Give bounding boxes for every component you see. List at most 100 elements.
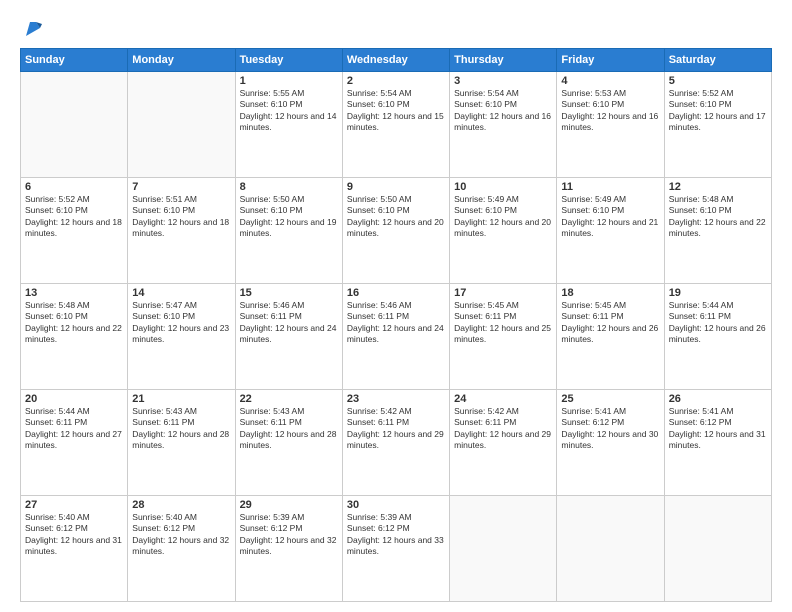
calendar-cell: 5Sunrise: 5:52 AM Sunset: 6:10 PM Daylig… xyxy=(664,72,771,178)
day-number: 14 xyxy=(132,287,230,299)
day-detail: Sunrise: 5:50 AM Sunset: 6:10 PM Dayligh… xyxy=(347,194,445,240)
calendar-cell: 23Sunrise: 5:42 AM Sunset: 6:11 PM Dayli… xyxy=(342,390,449,496)
calendar-cell: 8Sunrise: 5:50 AM Sunset: 6:10 PM Daylig… xyxy=(235,178,342,284)
col-saturday: Saturday xyxy=(664,49,771,72)
col-thursday: Thursday xyxy=(450,49,557,72)
calendar-cell xyxy=(557,496,664,602)
day-detail: Sunrise: 5:41 AM Sunset: 6:12 PM Dayligh… xyxy=(561,406,659,452)
day-number: 4 xyxy=(561,75,659,87)
day-number: 18 xyxy=(561,287,659,299)
day-detail: Sunrise: 5:54 AM Sunset: 6:10 PM Dayligh… xyxy=(454,88,552,134)
day-number: 30 xyxy=(347,499,445,511)
day-detail: Sunrise: 5:39 AM Sunset: 6:12 PM Dayligh… xyxy=(240,512,338,558)
day-number: 23 xyxy=(347,393,445,405)
calendar-cell: 19Sunrise: 5:44 AM Sunset: 6:11 PM Dayli… xyxy=(664,284,771,390)
day-detail: Sunrise: 5:41 AM Sunset: 6:12 PM Dayligh… xyxy=(669,406,767,452)
day-detail: Sunrise: 5:49 AM Sunset: 6:10 PM Dayligh… xyxy=(561,194,659,240)
calendar-week-1: 1Sunrise: 5:55 AM Sunset: 6:10 PM Daylig… xyxy=(21,72,772,178)
calendar-week-2: 6Sunrise: 5:52 AM Sunset: 6:10 PM Daylig… xyxy=(21,178,772,284)
calendar-table: Sunday Monday Tuesday Wednesday Thursday… xyxy=(20,48,772,602)
calendar-cell xyxy=(450,496,557,602)
calendar-cell: 27Sunrise: 5:40 AM Sunset: 6:12 PM Dayli… xyxy=(21,496,128,602)
calendar-cell: 14Sunrise: 5:47 AM Sunset: 6:10 PM Dayli… xyxy=(128,284,235,390)
day-number: 24 xyxy=(454,393,552,405)
day-number: 26 xyxy=(669,393,767,405)
day-detail: Sunrise: 5:43 AM Sunset: 6:11 PM Dayligh… xyxy=(132,406,230,452)
calendar-cell xyxy=(21,72,128,178)
day-detail: Sunrise: 5:52 AM Sunset: 6:10 PM Dayligh… xyxy=(25,194,123,240)
calendar-cell: 29Sunrise: 5:39 AM Sunset: 6:12 PM Dayli… xyxy=(235,496,342,602)
day-detail: Sunrise: 5:48 AM Sunset: 6:10 PM Dayligh… xyxy=(669,194,767,240)
day-detail: Sunrise: 5:42 AM Sunset: 6:11 PM Dayligh… xyxy=(347,406,445,452)
day-detail: Sunrise: 5:49 AM Sunset: 6:10 PM Dayligh… xyxy=(454,194,552,240)
calendar-week-5: 27 Sunrise: 5:40 AM Sunset: 6:12 PM Dayli… xyxy=(21,496,772,602)
day-number: 11 xyxy=(561,181,659,193)
calendar-cell: 28Sunrise: 5:40 AM Sunset: 6:12 PM Dayli… xyxy=(128,496,235,602)
calendar-cell: 7Sunrise: 5:51 AM Sunset: 6:10 PM Daylig… xyxy=(128,178,235,284)
col-wednesday: Wednesday xyxy=(342,49,449,72)
day-number: 29 xyxy=(240,499,338,511)
calendar-cell: 6Sunrise: 5:52 AM Sunset: 6:10 PM Daylig… xyxy=(21,178,128,284)
col-monday: Monday xyxy=(128,49,235,72)
calendar-cell: 16Sunrise: 5:46 AM Sunset: 6:11 PM Dayli… xyxy=(342,284,449,390)
day-detail: Sunrise: 5:51 AM Sunset: 6:10 PM Dayligh… xyxy=(132,194,230,240)
calendar-cell: 11Sunrise: 5:49 AM Sunset: 6:10 PM Dayli… xyxy=(557,178,664,284)
day-number: 22 xyxy=(240,393,338,405)
day-number: 5 xyxy=(669,75,767,87)
day-number: 20 xyxy=(25,393,123,405)
calendar-cell: 24Sunrise: 5:42 AM Sunset: 6:11 PM Dayli… xyxy=(450,390,557,496)
day-detail: Sunrise: 5:55 AM Sunset: 6:10 PM Dayligh… xyxy=(240,88,338,134)
logo-text xyxy=(20,18,44,40)
day-detail: Sunrise: 5:54 AM Sunset: 6:10 PM Dayligh… xyxy=(347,88,445,134)
calendar-cell: 4Sunrise: 5:53 AM Sunset: 6:10 PM Daylig… xyxy=(557,72,664,178)
calendar-header-row: Sunday Monday Tuesday Wednesday Thursday… xyxy=(21,49,772,72)
calendar-cell: 1Sunrise: 5:55 AM Sunset: 6:10 PM Daylig… xyxy=(235,72,342,178)
day-number: 25 xyxy=(561,393,659,405)
day-detail: Sunrise: 5:50 AM Sunset: 6:10 PM Dayligh… xyxy=(240,194,338,240)
day-detail: Sunrise: 5:48 AM Sunset: 6:10 PM Dayligh… xyxy=(25,300,123,346)
calendar-cell: 22Sunrise: 5:43 AM Sunset: 6:11 PM Dayli… xyxy=(235,390,342,496)
day-number: 13 xyxy=(25,287,123,299)
day-number: 9 xyxy=(347,181,445,193)
day-detail: Sunrise: 5:47 AM Sunset: 6:10 PM Dayligh… xyxy=(132,300,230,346)
day-number: 12 xyxy=(669,181,767,193)
day-detail: Sunrise: 5:52 AM Sunset: 6:10 PM Dayligh… xyxy=(669,88,767,134)
calendar-cell: 26Sunrise: 5:41 AM Sunset: 6:12 PM Dayli… xyxy=(664,390,771,496)
day-number: 2 xyxy=(347,75,445,87)
day-detail: Sunrise: 5:43 AM Sunset: 6:11 PM Dayligh… xyxy=(240,406,338,452)
day-detail: Sunrise: 5:45 AM Sunset: 6:11 PM Dayligh… xyxy=(561,300,659,346)
logo xyxy=(20,18,44,40)
calendar-cell: 18Sunrise: 5:45 AM Sunset: 6:11 PM Dayli… xyxy=(557,284,664,390)
day-number: 7 xyxy=(132,181,230,193)
day-detail: Sunrise: 5:44 AM Sunset: 6:11 PM Dayligh… xyxy=(25,406,123,452)
calendar-cell xyxy=(664,496,771,602)
day-number: 17 xyxy=(454,287,552,299)
day-detail: Sunrise: 5:39 AM Sunset: 6:12 PM Dayligh… xyxy=(347,512,445,558)
day-number: 3 xyxy=(454,75,552,87)
col-tuesday: Tuesday xyxy=(235,49,342,72)
calendar-cell: 3Sunrise: 5:54 AM Sunset: 6:10 PM Daylig… xyxy=(450,72,557,178)
day-number: 8 xyxy=(240,181,338,193)
calendar-cell xyxy=(128,72,235,178)
calendar-cell: 21Sunrise: 5:43 AM Sunset: 6:11 PM Dayli… xyxy=(128,390,235,496)
col-sunday: Sunday xyxy=(21,49,128,72)
day-number: 21 xyxy=(132,393,230,405)
calendar-cell: 25Sunrise: 5:41 AM Sunset: 6:12 PM Dayli… xyxy=(557,390,664,496)
calendar-cell: 12Sunrise: 5:48 AM Sunset: 6:10 PM Dayli… xyxy=(664,178,771,284)
logo-icon xyxy=(22,18,44,40)
calendar-cell: 2Sunrise: 5:54 AM Sunset: 6:10 PM Daylig… xyxy=(342,72,449,178)
day-number: 16 xyxy=(347,287,445,299)
header xyxy=(20,18,772,40)
day-detail: Sunrise: 5:46 AM Sunset: 6:11 PM Dayligh… xyxy=(347,300,445,346)
calendar-cell: 13Sunrise: 5:48 AM Sunset: 6:10 PM Dayli… xyxy=(21,284,128,390)
page: Sunday Monday Tuesday Wednesday Thursday… xyxy=(0,0,792,612)
calendar-week-4: 20Sunrise: 5:44 AM Sunset: 6:11 PM Dayli… xyxy=(21,390,772,496)
calendar-cell: 30Sunrise: 5:39 AM Sunset: 6:12 PM Dayli… xyxy=(342,496,449,602)
day-number: 19 xyxy=(669,287,767,299)
day-detail: Sunrise: 5:42 AM Sunset: 6:11 PM Dayligh… xyxy=(454,406,552,452)
calendar-cell: 20Sunrise: 5:44 AM Sunset: 6:11 PM Dayli… xyxy=(21,390,128,496)
day-number: 1 xyxy=(240,75,338,87)
day-number: 28 xyxy=(132,499,230,511)
day-detail: Sunrise: 5:40 AM Sunset: 6:12 PM Dayligh… xyxy=(132,512,230,558)
day-number: 27 xyxy=(25,499,123,511)
